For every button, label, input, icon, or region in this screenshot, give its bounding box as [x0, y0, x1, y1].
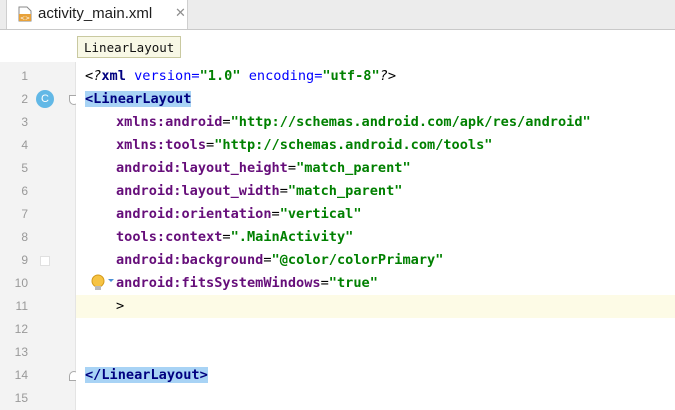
- code-line-3: xmlns:android="http://schemas.android.co…: [116, 111, 591, 134]
- caret-line-highlight: [76, 295, 675, 318]
- token: ?>: [379, 68, 397, 84]
- token: "utf-8": [322, 68, 380, 84]
- close-icon[interactable]: ✕: [175, 6, 186, 21]
- token: "1.0": [199, 68, 241, 84]
- token: version=: [125, 68, 200, 84]
- code-line-9: android:background="@color/colorPrimary": [116, 249, 443, 272]
- code-line-4: xmlns:tools="http://schemas.android.com/…: [116, 134, 492, 157]
- line-number: 15: [14, 391, 28, 405]
- color-swatch-icon[interactable]: [40, 256, 50, 266]
- token: =: [320, 275, 329, 291]
- token: android:fitsSystemWindows: [116, 275, 321, 291]
- tab-activity-main-xml[interactable]: <> activity_main.xml ✕: [6, 0, 188, 29]
- line-number: 1: [21, 69, 28, 83]
- code-line-14: </LinearLayout>: [85, 364, 208, 387]
- token: android: [165, 114, 223, 130]
- xml-file-icon: <>: [18, 6, 32, 22]
- token: =: [263, 252, 272, 268]
- token: xml: [101, 68, 126, 84]
- token: <?: [85, 68, 102, 84]
- class-marker-icon[interactable]: C: [36, 90, 54, 108]
- token: xmlns:: [116, 137, 166, 153]
- token: tools:context: [116, 229, 223, 245]
- token: android:layout_height: [116, 160, 288, 176]
- line-number: 6: [21, 184, 28, 198]
- breadcrumb-item-linearlayout[interactable]: LinearLayout: [77, 36, 182, 58]
- code-line-7: android:orientation="vertical": [116, 203, 362, 226]
- line-number: 2: [21, 92, 28, 106]
- line-number: 11: [15, 299, 28, 313]
- token: ".MainActivity": [230, 229, 354, 245]
- token: android:layout_width: [116, 183, 280, 199]
- token: "match_parent": [287, 183, 403, 199]
- token: "@color/colorPrimary": [271, 252, 444, 268]
- token: "vertical": [279, 206, 362, 222]
- line-number: 14: [14, 368, 28, 382]
- code-line-1: <?xml version="1.0" encoding="utf-8"?>: [85, 65, 396, 88]
- line-number: 9: [21, 253, 28, 267]
- line-number: 12: [14, 322, 28, 336]
- token: >: [116, 298, 125, 314]
- svg-text:<>: <>: [20, 15, 30, 22]
- line-number: 7: [21, 207, 28, 221]
- token: =: [271, 206, 280, 222]
- token: =: [287, 160, 297, 176]
- line-number: 13: [14, 345, 28, 359]
- token: =: [222, 114, 231, 130]
- line-number: 10: [14, 276, 28, 290]
- editor-tab-bar: <> activity_main.xml ✕: [0, 0, 675, 30]
- code-line-10: android:fitsSystemWindows="true": [116, 272, 378, 295]
- editor-gutter: 1 2 3 4 5 6 7 8 9 10 11 12 13 14 15 C: [0, 62, 79, 410]
- token: "true": [328, 275, 378, 291]
- token: android:orientation: [116, 206, 272, 222]
- token: =: [206, 137, 215, 153]
- intention-bulb-icon[interactable]: [88, 272, 118, 294]
- code-line-5: android:layout_height="match_parent": [116, 157, 411, 180]
- tab-label: activity_main.xml: [38, 5, 153, 22]
- token: android:background: [116, 252, 264, 268]
- token: encoding=: [240, 68, 323, 84]
- code-line-11: >: [116, 295, 124, 318]
- open-tag-linearlayout[interactable]: <LinearLayout: [85, 91, 192, 107]
- token: =: [222, 229, 231, 245]
- token: tools: [165, 137, 207, 153]
- line-number: 4: [21, 138, 28, 152]
- breadcrumb: LinearLayout: [0, 30, 675, 62]
- token: "http://schemas.android.com/apk/res/andr…: [230, 114, 591, 130]
- code-line-6: android:layout_width="match_parent": [116, 180, 402, 203]
- line-number: 8: [21, 230, 28, 244]
- code-line-8: tools:context=".MainActivity": [116, 226, 353, 249]
- token: "http://schemas.android.com/tools": [214, 137, 493, 153]
- code-editor[interactable]: <?xml version="1.0" encoding="utf-8"?> <…: [76, 62, 675, 410]
- token: =: [279, 183, 288, 199]
- close-tag-linearlayout[interactable]: </LinearLayout>: [85, 367, 208, 383]
- line-number: 5: [21, 161, 28, 175]
- line-number: 3: [21, 115, 28, 129]
- token: "match_parent": [296, 160, 411, 176]
- code-line-2: <LinearLayout: [85, 88, 192, 111]
- token: xmlns:: [116, 114, 166, 130]
